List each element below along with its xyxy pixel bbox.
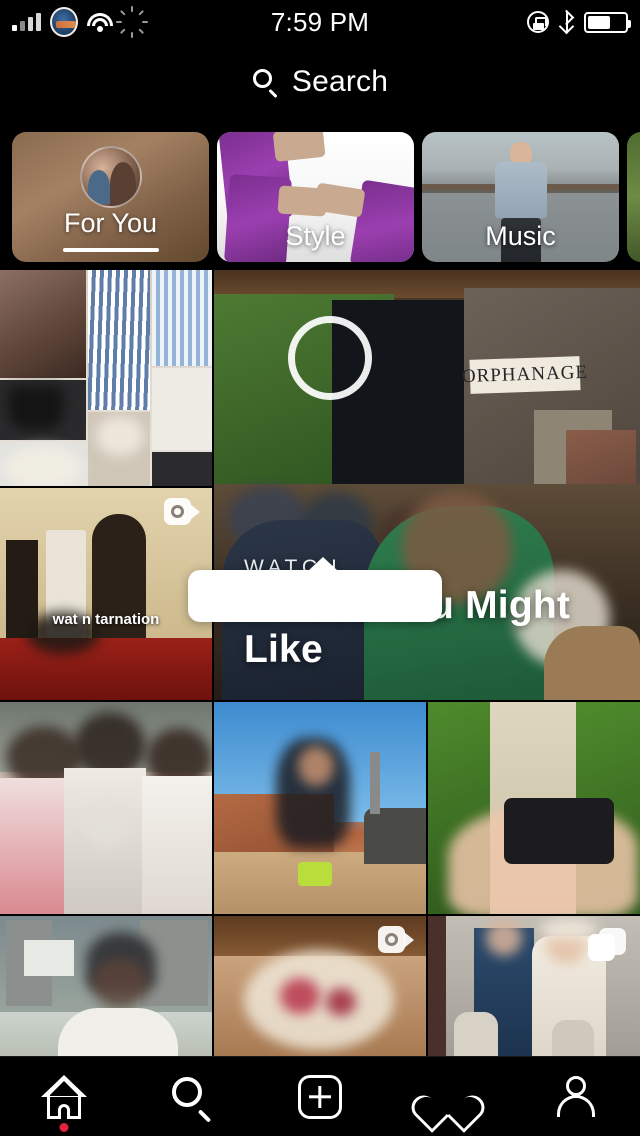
video-badge-icon — [164, 498, 200, 526]
search-icon — [252, 68, 280, 99]
grid-tile-desert[interactable] — [214, 702, 426, 914]
channel-label-style: Style — [285, 221, 346, 251]
bluetooth-icon — [558, 9, 575, 35]
grid-tile-video-hero[interactable]: ORPHANAGE WATCH Videos You Might Like — [214, 270, 640, 700]
channel-card-music[interactable]: Music — [422, 132, 619, 262]
status-bar-clock: 7:59 PM — [270, 6, 370, 37]
tab-add-post[interactable] — [272, 1066, 368, 1128]
grid-tile-fashion-collage[interactable] — [0, 270, 212, 486]
channel-card-next[interactable] — [627, 132, 640, 262]
grid-tile-group-photo[interactable] — [0, 702, 212, 914]
grid-tile-basketball[interactable] — [0, 916, 212, 1056]
post-caption: wat n tarnation — [52, 610, 160, 628]
app-screen: 7:59 PM Search For You Style Music wat n… — [0, 0, 640, 1136]
play-button-icon[interactable] — [288, 316, 372, 400]
grid-tile-dog-meme[interactable]: wat n tarnation — [0, 488, 212, 700]
plus-square-icon — [298, 1074, 342, 1119]
battery-icon — [584, 11, 631, 33]
stage-sign: ORPHANAGE — [462, 356, 588, 394]
channel-label-for-you: For You — [63, 208, 158, 238]
channel-label-music: Music — [485, 221, 556, 251]
explore-grid[interactable]: wat n tarnation ORPHANAGE WATCH Videos Y… — [0, 270, 640, 1056]
tooltip-arrow-icon — [308, 557, 338, 571]
tooltip-text — [188, 570, 442, 602]
search-icon — [170, 1075, 214, 1123]
person-icon — [555, 1075, 597, 1119]
bottom-tab-bar[interactable] — [0, 1056, 640, 1136]
carousel-badge-icon — [588, 928, 626, 962]
channel-carousel[interactable]: For You Style Music — [0, 124, 640, 270]
status-bar-right — [527, 0, 631, 44]
sandal-decor — [349, 179, 414, 262]
tab-activity[interactable] — [400, 1066, 496, 1133]
video-badge-icon — [378, 926, 414, 954]
status-bar: 7:59 PM — [0, 0, 640, 44]
user-avatar — [79, 146, 142, 208]
search-bar[interactable]: Search — [0, 44, 640, 120]
channel-track[interactable]: For You Style Music — [0, 124, 640, 270]
channel-active-indicator — [62, 248, 159, 252]
grid-tile-dessert[interactable] — [214, 916, 426, 1056]
grid-tile-royal-family[interactable] — [428, 916, 640, 1056]
channel-card-for-you[interactable]: For You — [12, 132, 209, 262]
onboarding-tooltip[interactable] — [188, 557, 442, 622]
tab-home[interactable] — [16, 1066, 112, 1132]
tab-profile[interactable] — [528, 1066, 624, 1128]
search-input[interactable]: Search — [292, 65, 388, 99]
rotation-lock-icon — [527, 11, 549, 33]
heart-icon — [406, 1076, 490, 1133]
home-icon — [41, 1074, 87, 1119]
sandal-decor — [224, 173, 292, 262]
home-badge-dot — [59, 1122, 69, 1132]
tab-search[interactable] — [144, 1066, 240, 1128]
channel-card-style[interactable]: Style — [217, 132, 414, 262]
grid-tile-hand-object[interactable] — [428, 702, 640, 914]
